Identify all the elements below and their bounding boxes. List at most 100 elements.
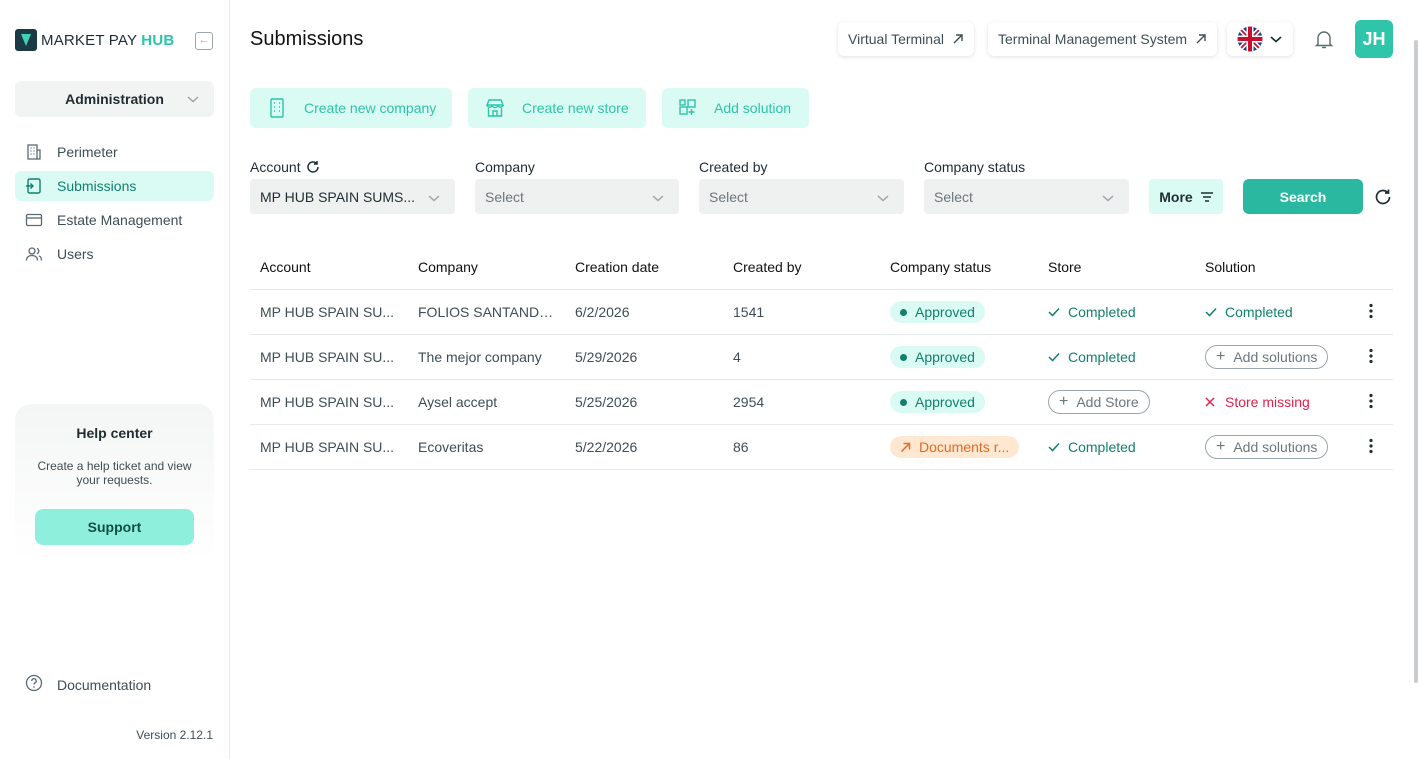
- create-new-company-label: Create new company: [304, 100, 437, 116]
- column-header-creation-date[interactable]: Creation date: [575, 259, 659, 275]
- sidebar-item-label: Estate Management: [57, 212, 183, 228]
- created-by-select[interactable]: Select: [699, 179, 904, 214]
- row-menu-icon[interactable]: [1368, 348, 1374, 367]
- created-by-select-placeholder: Select: [709, 188, 748, 205]
- language-selector[interactable]: [1227, 22, 1293, 56]
- cell-account: MP HUB SPAIN SU...: [260, 304, 395, 320]
- cell-created-by: 1541: [733, 304, 765, 320]
- help-center-card: Help center Create a help ticket and vie…: [15, 404, 214, 562]
- check-icon: [1048, 442, 1060, 452]
- sidebar: MARKET PAY HUB ← Administration Perimete…: [0, 0, 230, 759]
- status-badge: Approved: [890, 391, 985, 413]
- search-button[interactable]: Search: [1243, 179, 1363, 214]
- add-solution-icon: [678, 98, 698, 118]
- create-new-company-button[interactable]: Create new company: [250, 88, 452, 128]
- solution-status: Completed: [1205, 304, 1293, 320]
- company-select-placeholder: Select: [485, 188, 524, 205]
- external-link-icon: [1196, 34, 1206, 44]
- role-select[interactable]: Administration: [15, 81, 214, 117]
- check-icon: [1205, 307, 1217, 317]
- cell-created-by: 2954: [733, 394, 765, 410]
- sidebar-item-submissions[interactable]: Submissions: [15, 171, 214, 201]
- help-circle-icon: [25, 674, 43, 695]
- check-icon: [1048, 307, 1060, 317]
- company-select[interactable]: Select: [475, 179, 679, 214]
- create-new-store-button[interactable]: Create new store: [468, 88, 646, 128]
- arrow-up-right-icon: [900, 442, 911, 453]
- account-select[interactable]: MP HUB SPAIN SUMS...: [250, 179, 455, 214]
- add-store-button[interactable]: + Add Store: [1048, 390, 1150, 414]
- version-label: Version 2.12.1: [136, 728, 213, 742]
- store-status: Completed: [1048, 439, 1136, 455]
- card-icon: [25, 211, 43, 229]
- submissions-icon: [25, 177, 43, 195]
- cell-creation-date: 6/2/2026: [575, 304, 630, 320]
- cell-account: MP HUB SPAIN SU...: [260, 394, 395, 410]
- account-filter-label: Account: [250, 159, 320, 175]
- column-header-store[interactable]: Store: [1048, 259, 1081, 275]
- sidebar-nav: Perimeter Submissions Estate Management …: [15, 137, 214, 273]
- user-avatar[interactable]: JH: [1355, 20, 1393, 58]
- cell-company: Ecoveritas: [418, 439, 484, 455]
- page-title: Submissions: [250, 28, 364, 50]
- store-status: Completed: [1048, 304, 1136, 320]
- page-scrollbar[interactable]: [1414, 40, 1418, 683]
- logo-text: MARKET PAY: [41, 31, 137, 49]
- cell-creation-date: 5/22/2026: [575, 439, 638, 455]
- row-menu-icon[interactable]: [1368, 303, 1374, 322]
- close-icon: [1205, 397, 1215, 407]
- uk-flag-icon: [1237, 26, 1263, 52]
- refresh-icon[interactable]: [306, 160, 320, 174]
- sidebar-item-label: Users: [57, 246, 94, 262]
- status-dot-icon: [900, 308, 907, 316]
- cell-created-by: 4: [733, 349, 741, 365]
- submissions-table: Account Company Creation date Created by…: [250, 245, 1393, 470]
- table-row[interactable]: MP HUB SPAIN SU... FOLIOS SANTANDE... 6/…: [250, 290, 1393, 335]
- create-new-store-label: Create new store: [522, 100, 629, 116]
- support-button[interactable]: Support: [35, 509, 194, 545]
- column-header-company-status[interactable]: Company status: [890, 259, 991, 275]
- chevron-down-icon: [877, 195, 889, 202]
- account-select-value: MP HUB SPAIN SUMS...: [260, 188, 416, 205]
- store-status: Completed: [1048, 349, 1136, 365]
- status-badge: Approved: [890, 346, 985, 368]
- table-row[interactable]: MP HUB SPAIN SU... Ecoveritas 5/22/2026 …: [250, 425, 1393, 470]
- column-header-account[interactable]: Account: [260, 259, 311, 275]
- documentation-link[interactable]: Documentation: [25, 674, 151, 695]
- terminal-management-system-link[interactable]: Terminal Management System: [988, 22, 1218, 56]
- building-icon: [266, 97, 288, 119]
- company-status-select[interactable]: Select: [924, 179, 1129, 214]
- users-icon: [25, 245, 43, 263]
- sidebar-item-perimeter[interactable]: Perimeter: [15, 137, 214, 167]
- more-filters-button[interactable]: More: [1149, 179, 1223, 214]
- status-dot-icon: [900, 353, 907, 361]
- table-row[interactable]: MP HUB SPAIN SU... The mejor company 5/2…: [250, 335, 1393, 380]
- add-solutions-button[interactable]: + Add solutions: [1205, 345, 1329, 369]
- cell-created-by: 86: [733, 439, 749, 455]
- add-solutions-button[interactable]: + Add solutions: [1205, 435, 1329, 459]
- logo[interactable]: MARKET PAY HUB: [15, 29, 174, 51]
- notifications-bell-icon[interactable]: [1313, 28, 1335, 50]
- virtual-terminal-link[interactable]: Virtual Terminal: [838, 22, 974, 56]
- chevron-down-icon: [1270, 36, 1282, 43]
- cell-company: FOLIOS SANTANDE...: [418, 304, 558, 320]
- plus-icon: +: [1059, 393, 1069, 410]
- column-header-created-by[interactable]: Created by: [733, 259, 801, 275]
- cell-company: The mejor company: [418, 349, 542, 365]
- row-menu-icon[interactable]: [1368, 393, 1374, 412]
- column-header-company[interactable]: Company: [418, 259, 478, 275]
- chevron-down-icon: [652, 195, 664, 202]
- row-menu-icon[interactable]: [1368, 438, 1374, 457]
- table-row[interactable]: MP HUB SPAIN SU... Aysel accept 5/25/202…: [250, 380, 1393, 425]
- column-header-solution[interactable]: Solution: [1205, 259, 1256, 275]
- chevron-down-icon: [1102, 195, 1114, 202]
- refresh-icon[interactable]: [1374, 188, 1392, 206]
- help-center-title: Help center: [76, 425, 153, 441]
- sidebar-item-users[interactable]: Users: [15, 239, 214, 269]
- add-solution-button[interactable]: Add solution: [662, 88, 809, 128]
- created-by-filter-label: Created by: [699, 159, 768, 175]
- collapse-sidebar-icon[interactable]: ←: [195, 32, 213, 50]
- sidebar-item-estate-management[interactable]: Estate Management: [15, 205, 214, 235]
- company-status-select-placeholder: Select: [934, 188, 973, 205]
- status-dot-icon: [900, 398, 907, 406]
